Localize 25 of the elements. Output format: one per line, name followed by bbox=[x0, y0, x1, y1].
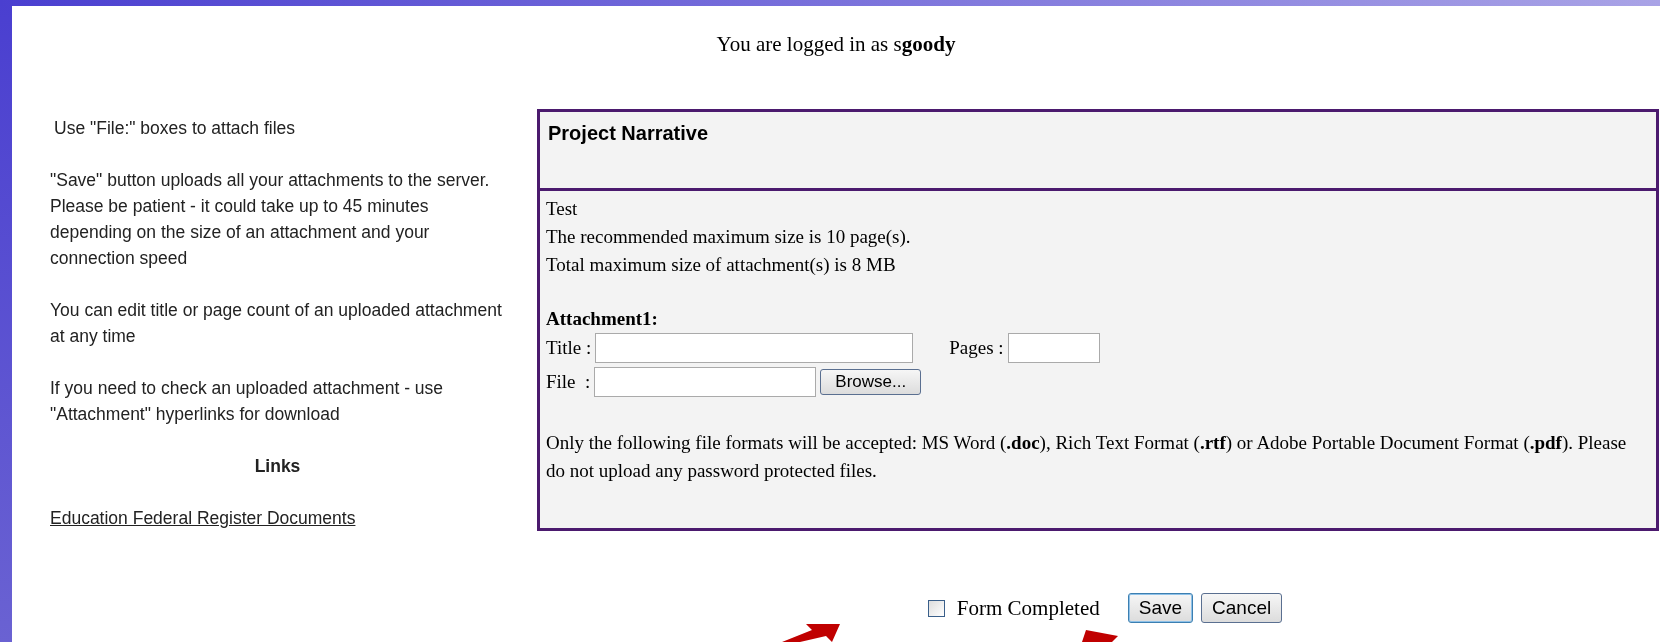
help-text: Use "File:" boxes to attach files bbox=[53, 117, 296, 140]
title-label: Title : bbox=[546, 336, 592, 360]
login-status: You are logged in as sgoody bbox=[715, 31, 957, 58]
attachment-label: Attachment1: bbox=[546, 307, 659, 331]
info-text: Test bbox=[546, 197, 579, 221]
help-text: If you need to check an uploaded attachment - use "Attachment" hyperlinks for download bbox=[50, 377, 445, 426]
browse-button[interactable]: Browse... bbox=[820, 369, 922, 395]
file-label: File : bbox=[546, 370, 591, 394]
section-title: Project Narrative bbox=[548, 122, 709, 144]
help-text: "Save" button uploads all your attachments to the server. Please be patient - it could take up to 45 minutes depending on the size of an attachment and your connection speed bbox=[50, 169, 491, 270]
cancel-button[interactable]: Cancel bbox=[1201, 593, 1283, 623]
help-text: You can edit title or page count of an uploaded attachment at any time bbox=[50, 299, 503, 348]
pages-field[interactable] bbox=[1007, 333, 1100, 363]
info-text: Total maximum size of attachment(s) is 8 MB bbox=[546, 253, 897, 277]
info-text: The recommended maximum size is 10 page(s). bbox=[546, 225, 912, 249]
links-heading: Links bbox=[253, 455, 302, 478]
form-completed-checkbox[interactable] bbox=[927, 599, 945, 617]
save-button[interactable]: Save bbox=[1127, 593, 1194, 623]
title-field[interactable] bbox=[595, 333, 914, 363]
register-link[interactable]: Education Federal Register Documents bbox=[50, 508, 356, 528]
pages-label: Pages : bbox=[949, 336, 1004, 360]
arrow-icon bbox=[782, 622, 842, 642]
form-completed-label: Form Completed bbox=[956, 595, 1100, 621]
format-note: Only the following file formats will be accepted: MS Word (.doc), Rich Text Format (.rtf) or Adobe Portable Document Format (.pdf). Please do not upload any password protected files. bbox=[546, 431, 1628, 483]
file-field[interactable] bbox=[594, 367, 817, 397]
